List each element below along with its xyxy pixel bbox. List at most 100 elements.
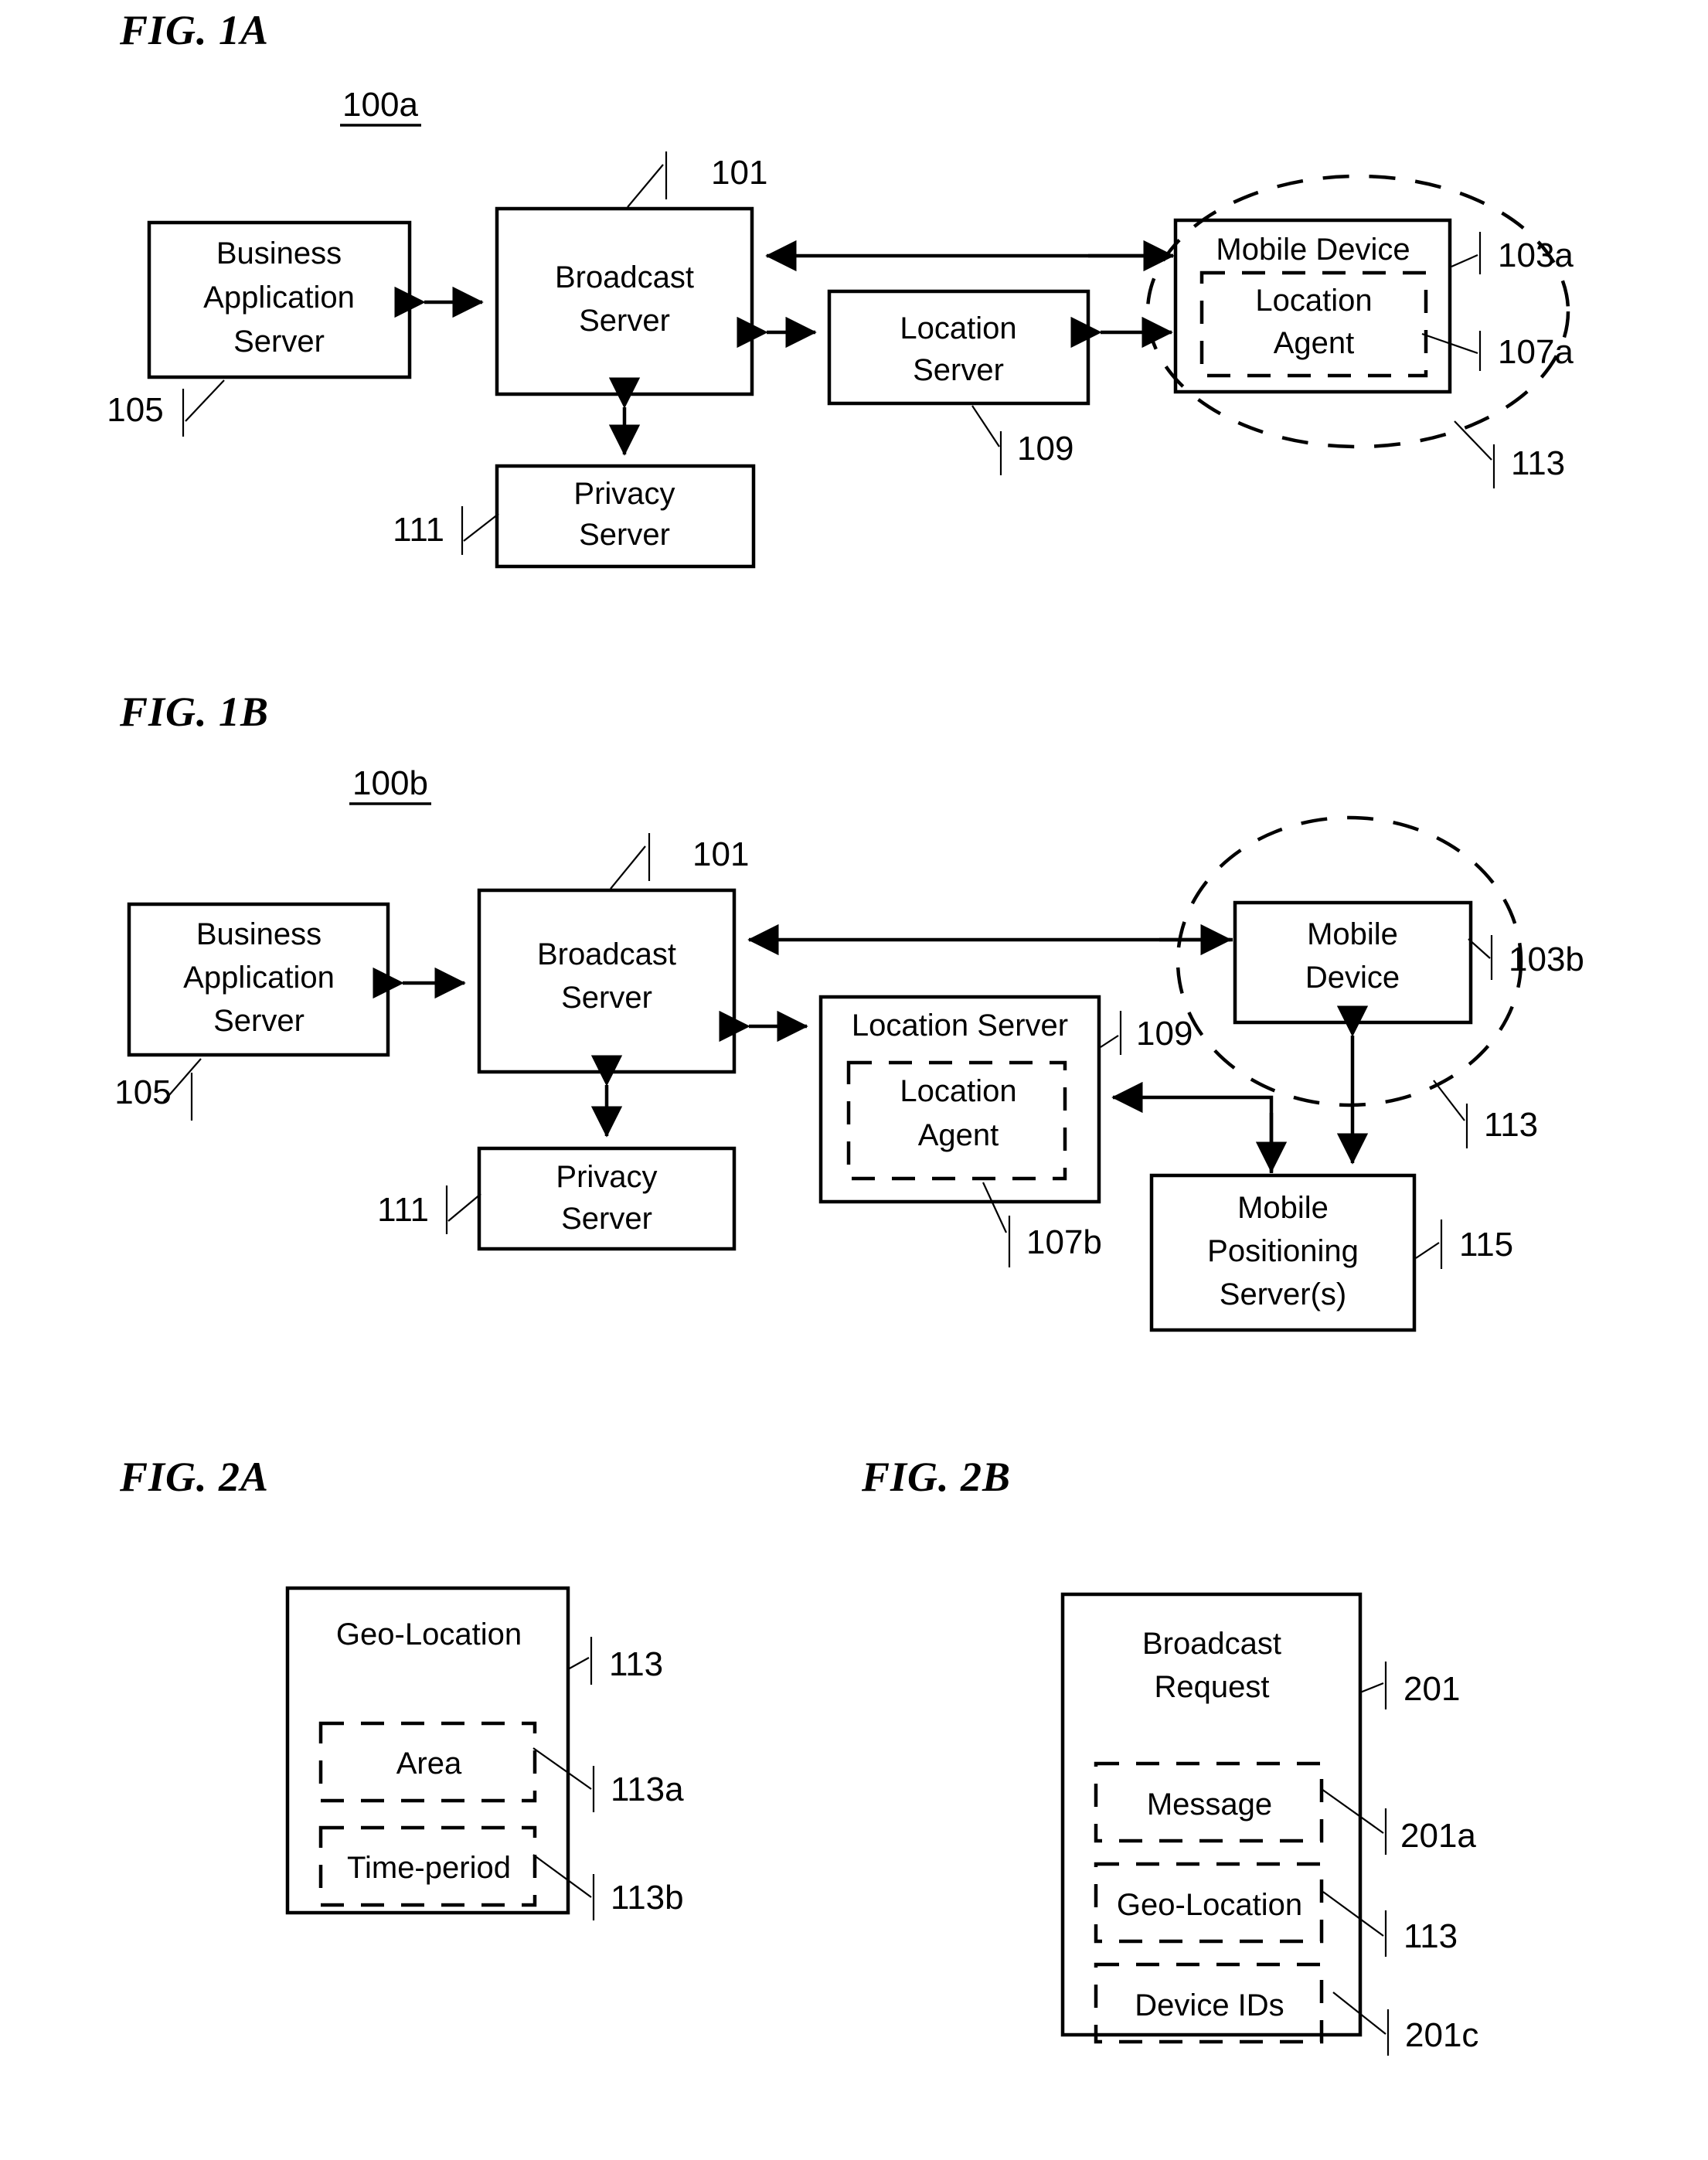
fig1b-mobile-device-label-line2: Device <box>1305 961 1400 995</box>
fig2b-device-ids-box <box>1094 1962 1324 2044</box>
figure-title-1a: FIG. 1A <box>120 7 270 53</box>
fig1b-ref-111-leader <box>447 1193 481 1222</box>
fig1b-mobile-device-box <box>1233 900 1473 1025</box>
fig1a-mobile-device-label: Mobile Device <box>1216 233 1410 267</box>
fig2b-ref-201c: 201c <box>1405 2016 1478 2054</box>
fig1b-business-application-server-box <box>127 902 390 1057</box>
fig1a-mobile-device-box <box>1173 218 1452 394</box>
fig1a-location-agent-label-line2: Agent <box>1274 326 1355 360</box>
fig1a-privacy-server-label-line1: Privacy <box>573 477 675 511</box>
fig1b-broadcast-server-label-line1: Broadcast <box>537 937 676 971</box>
fig1b-arrow-mps-location <box>1111 1081 1274 1173</box>
fig1b-ref-109-leader <box>1100 1035 1119 1048</box>
system-label-100b: 100b <box>352 764 428 802</box>
fig1b-privacy-server-box <box>477 1146 737 1251</box>
fig1b-ref-101-leader <box>610 845 646 890</box>
fig1b-ref-113: 113 <box>1484 1106 1538 1144</box>
fig2b-ref-201: 201 <box>1403 1670 1460 1708</box>
fig1a-business-application-server-label-line2: Application <box>203 281 355 315</box>
fig1a-ref-111-leader <box>463 513 499 542</box>
figure-title-2a: FIG. 2A <box>120 1454 270 1500</box>
fig1a-ref-103a-leader <box>1451 253 1478 268</box>
fig2a-ref-113b: 113b <box>611 1879 684 1917</box>
fig1b-location-server-label: Location Server <box>852 1009 1068 1043</box>
fig2a-geo-location-box <box>285 1586 570 1915</box>
fig1a-ref-107a-leader <box>1421 332 1478 355</box>
fig2a-geo-location-label: Geo-Location <box>336 1617 522 1651</box>
fig1a-ref-109-leader <box>971 405 1000 447</box>
fig1b-ref-107b: 107b <box>1026 1223 1102 1261</box>
fig2b-broadcast-request-label-line1: Broadcast <box>1142 1627 1281 1661</box>
figure-title-1b: FIG. 1B <box>120 689 270 735</box>
figure-title-2b: FIG. 2B <box>862 1454 1012 1500</box>
fig2b-ref-201a: 201a <box>1400 1817 1476 1855</box>
fig1a-location-server-label-line1: Location <box>900 311 1016 345</box>
fig2a-area-label: Area <box>396 1747 462 1781</box>
fig1a-ref-113: 113 <box>1511 444 1565 482</box>
fig1b-ref-103b-leader <box>1468 938 1491 959</box>
fig1b-mobile-positioning-server-label-line2: Positioning <box>1207 1234 1359 1268</box>
fig2a-time-period-label: Time-period <box>347 1851 511 1885</box>
fig1b-ref-101: 101 <box>692 835 749 873</box>
fig1a-geo-location-region-ellipse <box>1145 174 1570 449</box>
fig2b-ref-113: 113 <box>1403 1917 1458 1955</box>
fig2b-ref-201c-leader <box>1332 1992 1386 2035</box>
fig1a-location-server-label-line2: Server <box>913 353 1004 387</box>
fig1b-business-application-server-label-line3: Server <box>213 1004 305 1038</box>
fig1b-ref-103b: 103b <box>1509 941 1584 978</box>
fig1b-ref-105-leader <box>163 1058 202 1102</box>
fig1b-ref-111: 111 <box>377 1191 429 1229</box>
fig1b-location-agent-box <box>846 1060 1067 1181</box>
fig1b-business-application-server-label-line2: Application <box>183 961 335 995</box>
fig1a-privacy-server-box <box>495 464 756 569</box>
fig1b-mobile-device-label-line1: Mobile <box>1307 917 1398 951</box>
patent-drawing-sheet: FIG. 1A FIG. 1B FIG. 2A FIG. 2B 100a Bus… <box>0 0 1708 2160</box>
fig1b-mobile-positioning-server-box <box>1149 1173 1417 1332</box>
fig2a-area-box <box>318 1721 537 1803</box>
fig1a-broadcast-server-box <box>495 206 754 396</box>
fig1b-mobile-positioning-server-label-line3: Server(s) <box>1220 1277 1346 1311</box>
fig1a-business-application-server-label-line1: Business <box>216 236 342 270</box>
fig1b-geo-location-region-ellipse <box>1176 815 1523 1107</box>
fig1a-broadcast-server-label-line1: Broadcast <box>555 260 694 294</box>
fig1a-broadcast-server-label-line2: Server <box>579 304 670 338</box>
figure-2b: Broadcast Request 201 Message 201a Geo-L… <box>1060 1592 1478 2056</box>
fig1b-ref-115-leader <box>1415 1242 1440 1259</box>
fig1a-privacy-server-label-line2: Server <box>579 518 670 552</box>
fig1b-ref-115: 115 <box>1459 1226 1513 1264</box>
fig1a-ref-103a: 103a <box>1498 236 1574 274</box>
fig1a-ref-113-leader <box>1454 420 1492 461</box>
fig1a-ref-105-leader <box>185 379 225 422</box>
fig1b-privacy-server-label-line2: Server <box>561 1202 652 1236</box>
fig1a-business-application-server-label-line3: Server <box>233 325 325 359</box>
fig2a-ref-113a: 113a <box>611 1771 684 1808</box>
fig1b-location-server-box <box>818 995 1101 1204</box>
fig2a-ref-113a-leader <box>532 1747 592 1790</box>
fig1b-business-application-server-label-line1: Business <box>196 917 322 951</box>
fig1a-location-server-box <box>827 289 1090 406</box>
fig2b-ref-201a-leader <box>1321 1788 1384 1834</box>
fig1a-ref-111: 111 <box>393 511 444 549</box>
fig1a-location-agent-box <box>1199 270 1428 378</box>
fig1b-ref-105: 105 <box>114 1073 171 1111</box>
fig2b-message-box <box>1094 1761 1324 1843</box>
fig1b-broadcast-server-box <box>477 888 737 1074</box>
fig2b-broadcast-request-box <box>1060 1592 1363 2037</box>
fig1b-ref-109: 109 <box>1136 1015 1193 1053</box>
figure-2a: Geo-Location 113 Area 113a Time-period 1… <box>285 1586 684 1920</box>
fig2b-broadcast-request-label-line2: Request <box>1155 1670 1270 1704</box>
fig2a-time-period-box <box>318 1825 537 1907</box>
system-label-100a: 100a <box>342 86 418 124</box>
fig2a-ref-113b-leader <box>532 1854 592 1898</box>
fig1b-broadcast-server-label-line2: Server <box>561 981 652 1015</box>
figure-1a: 100a Business Application Server 105 Bro… <box>107 86 1574 569</box>
fig2b-ref-113-leader <box>1322 1891 1384 1937</box>
fig2b-message-label: Message <box>1147 1788 1272 1822</box>
fig1a-ref-101: 101 <box>711 154 767 192</box>
fig1a-ref-109: 109 <box>1017 430 1073 468</box>
fig1b-location-agent-label-line1: Location <box>900 1074 1016 1108</box>
fig2b-ref-201-leader <box>1359 1682 1384 1694</box>
fig2a-ref-113: 113 <box>609 1645 663 1683</box>
figure-1b: 100b Business Application Server 105 Bro… <box>114 764 1584 1332</box>
fig1a-business-application-server-box <box>147 220 412 379</box>
